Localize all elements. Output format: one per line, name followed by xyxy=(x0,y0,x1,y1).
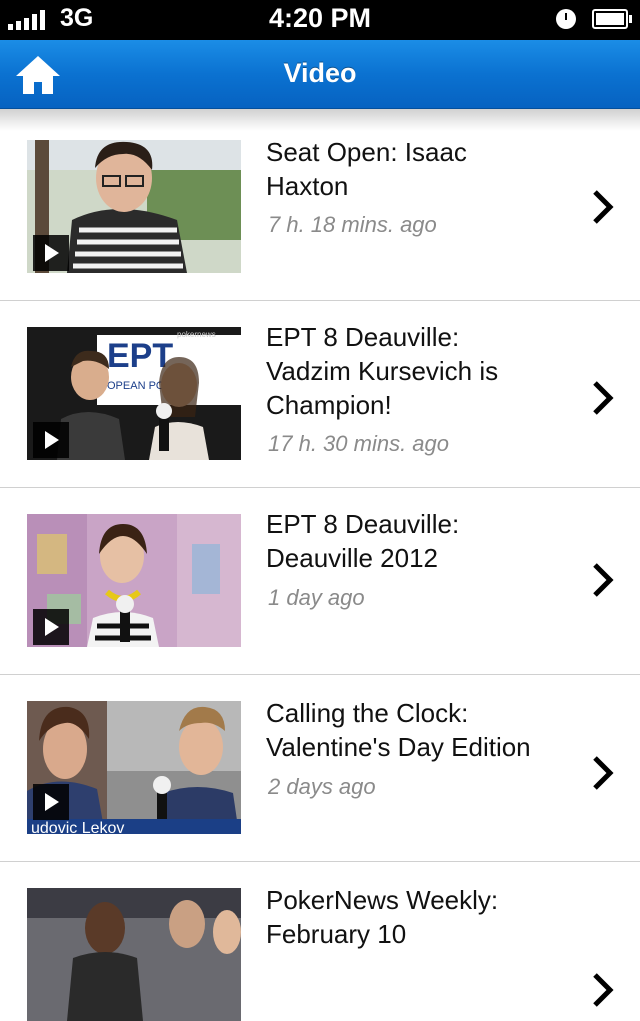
video-caption: udovic Lekov xyxy=(31,820,124,834)
play-icon xyxy=(33,235,69,271)
video-thumbnail: udovic Lekov xyxy=(27,701,241,834)
video-timestamp: 1 day ago xyxy=(268,585,365,610)
video-item[interactable]: EPT OPEAN POK pokernews EPT 8 Deauville:… xyxy=(0,301,640,488)
video-title: EPT 8 Deauville: Vadzim Kursevich is Cha… xyxy=(266,322,499,420)
play-icon xyxy=(33,422,69,458)
chevron-right-icon xyxy=(593,381,614,415)
nav-bar: Video xyxy=(0,40,640,109)
battery-tip xyxy=(629,15,632,23)
video-list: Seat Open: Isaac Haxton 7 h. 18 mins. ag… xyxy=(0,109,640,1021)
alarm-clock-icon xyxy=(556,9,576,29)
status-bar: 3G 4:20 PM xyxy=(0,0,640,40)
video-title: EPT 8 Deauville: Deauville 2012 xyxy=(266,509,460,573)
pokernews-logo: pokernews xyxy=(177,330,216,339)
video-item[interactable]: udovic Lekov Calling the Clock: Valentin… xyxy=(0,675,640,862)
play-icon xyxy=(33,784,69,820)
page-title: Video xyxy=(283,58,357,88)
video-item[interactable]: Seat Open: Isaac Haxton 7 h. 18 mins. ag… xyxy=(0,109,640,301)
video-timestamp: 17 h. 30 mins. ago xyxy=(268,431,450,456)
video-timestamp: 2 days ago xyxy=(268,774,376,799)
video-thumbnail: EPT OPEAN POK pokernews xyxy=(27,327,241,460)
video-item[interactable]: EPT 8 Deauville: Deauville 2012 1 day ag… xyxy=(0,488,640,675)
chevron-right-icon xyxy=(593,190,614,224)
chevron-right-icon xyxy=(593,756,614,790)
video-item[interactable]: PokerNews Weekly: February 10 xyxy=(0,862,640,1021)
chevron-right-icon xyxy=(593,973,614,1007)
video-thumbnail xyxy=(27,888,241,1021)
video-thumbnail xyxy=(27,140,241,273)
battery-icon xyxy=(592,9,628,29)
video-title: Calling the Clock: Valentine's Day Editi… xyxy=(266,698,531,762)
video-title: PokerNews Weekly: February 10 xyxy=(266,885,499,949)
video-title: Seat Open: Isaac Haxton xyxy=(266,137,467,201)
status-time: 4:20 PM xyxy=(268,3,372,33)
chevron-right-icon xyxy=(593,563,614,597)
video-thumbnail xyxy=(27,514,241,647)
play-icon xyxy=(33,609,69,645)
video-timestamp: 7 h. 18 mins. ago xyxy=(268,212,437,237)
